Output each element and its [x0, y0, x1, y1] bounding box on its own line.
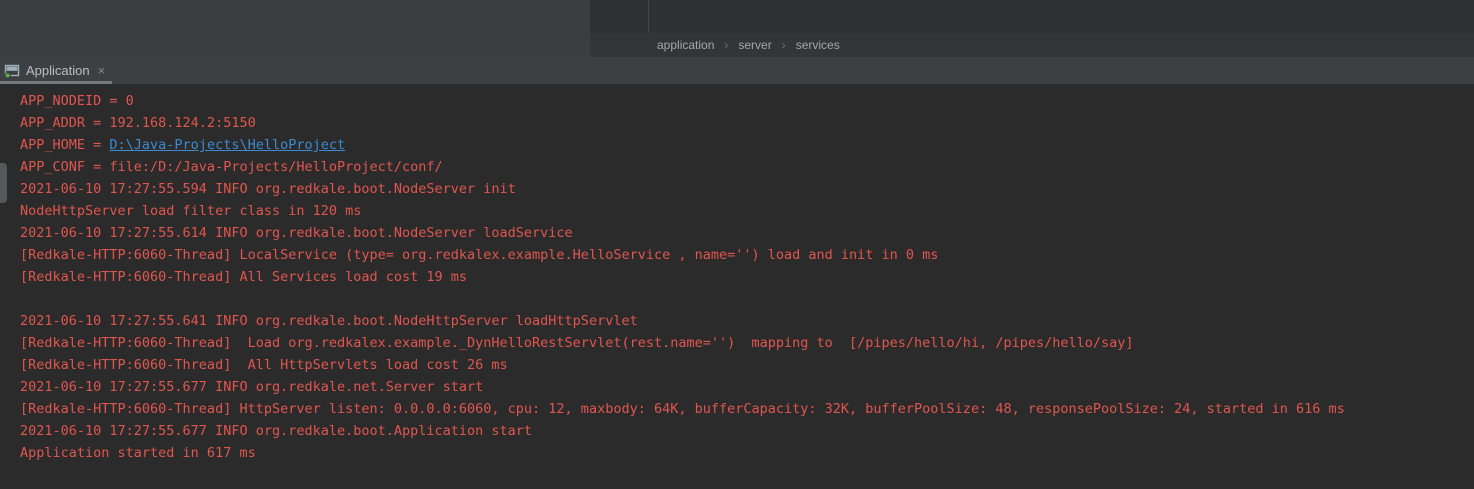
log-text: [Redkale-HTTP:6060-Thread] All Services … — [20, 269, 467, 285]
editor-pane-right — [590, 0, 1474, 33]
log-text: APP_NODEID = 0 — [20, 93, 134, 109]
log-line — [20, 288, 1474, 310]
log-text: [Redkale-HTTP:6060-Thread] Load org.redk… — [20, 335, 1134, 351]
editor-pane-left — [0, 0, 590, 57]
log-line: APP_HOME = D:\Java-Projects\HelloProject — [20, 134, 1474, 156]
file-path-link[interactable]: D:\Java-Projects\HelloProject — [109, 137, 345, 153]
breadcrumb: application › server › services — [590, 33, 1474, 57]
breadcrumb-separator-icon: › — [782, 38, 786, 52]
breadcrumb-item-services[interactable]: services — [796, 38, 840, 52]
log-line: [Redkale-HTTP:6060-Thread] All Services … — [20, 266, 1474, 288]
scrollbar-thumb[interactable] — [0, 163, 7, 203]
log-line: 2021-06-10 17:27:55.641 INFO org.redkale… — [20, 310, 1474, 332]
log-text: [Redkale-HTTP:6060-Thread] All HttpServl… — [20, 357, 508, 373]
editor-split-divider — [648, 0, 649, 33]
console-panel: APP_NODEID = 0 APP_ADDR = 192.168.124.2:5… — [0, 84, 1474, 489]
log-line: APP_CONF = file:/D:/Java-Projects/HelloP… — [20, 156, 1474, 178]
log-line: 2021-06-10 17:27:55.614 INFO org.redkale… — [20, 222, 1474, 244]
log-line: [Redkale-HTTP:6060-Thread] Load org.redk… — [20, 332, 1474, 354]
log-line: 2021-06-10 17:27:55.677 INFO org.redkale… — [20, 376, 1474, 398]
log-line: Application started in 617 ms — [20, 442, 1474, 464]
log-line: [Redkale-HTTP:6060-Thread] HttpServer li… — [20, 398, 1474, 420]
log-text: 2021-06-10 17:27:55.677 INFO org.redkale… — [20, 423, 532, 439]
tab-label: Application — [26, 63, 90, 78]
log-text: 2021-06-10 17:27:55.594 INFO org.redkale… — [20, 181, 516, 197]
log-line: NodeHttpServer load filter class in 120 … — [20, 200, 1474, 222]
log-text: APP_CONF = file:/D:/Java-Projects/HelloP… — [20, 159, 443, 175]
log-line: 2021-06-10 17:27:55.594 INFO org.redkale… — [20, 178, 1474, 200]
log-text: [Redkale-HTTP:6060-Thread] HttpServer li… — [20, 401, 1345, 417]
log-text: [Redkale-HTTP:6060-Thread] LocalService … — [20, 247, 938, 263]
breadcrumb-item-server[interactable]: server — [738, 38, 771, 52]
breadcrumb-item-application[interactable]: application — [657, 38, 714, 52]
log-line: [Redkale-HTTP:6060-Thread] LocalService … — [20, 244, 1474, 266]
log-line: APP_ADDR = 192.168.124.2:5150 — [20, 112, 1474, 134]
log-text: 2021-06-10 17:27:55.614 INFO org.redkale… — [20, 225, 573, 241]
log-text: Application started in 617 ms — [20, 445, 256, 461]
log-text: APP_HOME = — [20, 137, 109, 153]
tab-application[interactable]: Application × — [0, 57, 115, 84]
run-toolwindow-tab-bar: Application × — [0, 57, 1474, 84]
log-text: 2021-06-10 17:27:55.641 INFO org.redkale… — [20, 313, 638, 329]
log-line: APP_NODEID = 0 — [20, 90, 1474, 112]
log-text: 2021-06-10 17:27:55.677 INFO org.redkale… — [20, 379, 483, 395]
log-line: [Redkale-HTTP:6060-Thread] All HttpServl… — [20, 354, 1474, 376]
log-text: NodeHttpServer load filter class in 120 … — [20, 203, 361, 219]
console-output: APP_NODEID = 0 APP_ADDR = 192.168.124.2:5… — [20, 90, 1474, 464]
log-text: APP_ADDR = 192.168.124.2:5150 — [20, 115, 256, 131]
breadcrumb-separator-icon: › — [724, 38, 728, 52]
close-icon[interactable]: × — [96, 64, 108, 77]
run-console-icon — [4, 63, 20, 79]
log-line: 2021-06-10 17:27:55.677 INFO org.redkale… — [20, 420, 1474, 442]
